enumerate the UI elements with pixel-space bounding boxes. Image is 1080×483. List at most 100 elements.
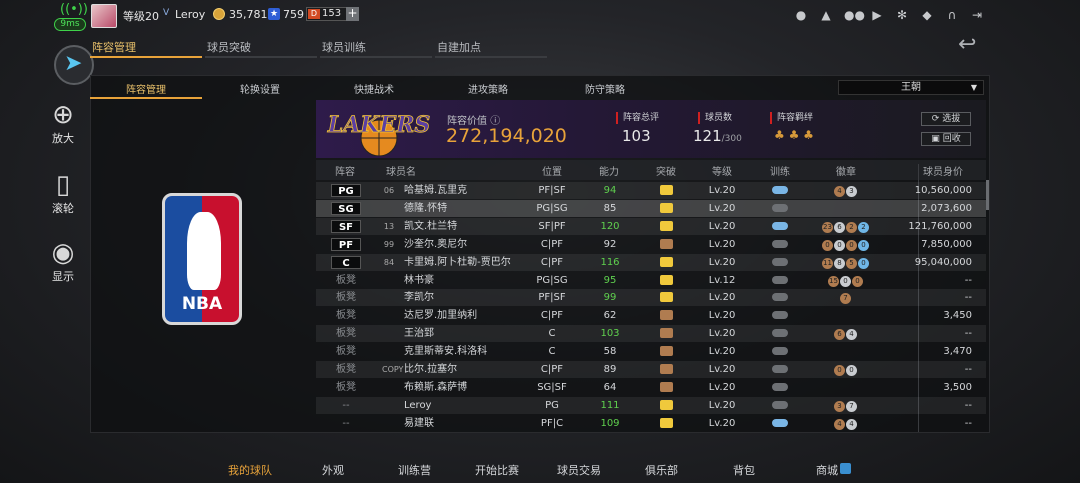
scroll-label: 滚轮 bbox=[52, 202, 74, 215]
col-level[interactable]: 等级 bbox=[696, 163, 748, 179]
overall-label: 阵容总评 bbox=[616, 112, 659, 124]
badge-list: 44 bbox=[808, 415, 884, 432]
expand-button[interactable]: ➤ bbox=[54, 45, 94, 85]
add-ticket-button[interactable]: + bbox=[346, 7, 359, 21]
select-button[interactable]: ⟳ 选拔 bbox=[921, 112, 971, 126]
player-ability: 116 bbox=[600, 256, 620, 268]
player-level: Lv.20 bbox=[708, 202, 736, 214]
nav-appearance[interactable]: 外观 bbox=[322, 462, 344, 478]
table-row[interactable]: 板凳 布赖斯.森萨博 SG|SF 64 Lv.20 3,500 bbox=[316, 379, 986, 396]
subtab-lineup[interactable]: 阵容管理 bbox=[90, 81, 202, 97]
player-level: Lv.20 bbox=[708, 310, 736, 322]
bell-icon[interactable]: ▲ bbox=[819, 8, 833, 22]
breakthrough-icon bbox=[640, 236, 692, 253]
gear-icon[interactable]: ✻ bbox=[895, 8, 909, 22]
col-name[interactable]: 球员名 bbox=[374, 163, 428, 179]
col-value[interactable]: 球员身价 bbox=[900, 163, 986, 179]
tab-player-breakthrough[interactable]: 球员突破 bbox=[207, 39, 251, 57]
avatar[interactable] bbox=[91, 4, 117, 28]
table-row[interactable]: -- Leroy PG 111 Lv.20 3 7 -- bbox=[316, 396, 986, 414]
table-row[interactable]: 板凳 李凯尔 PF|SF 99 Lv.20 7 -- bbox=[316, 289, 986, 307]
show-label: 显示 bbox=[52, 270, 74, 283]
scroll-button[interactable]: ▯ 滚轮 bbox=[40, 170, 86, 216]
table-row[interactable]: SF 13 凯文.杜兰特 SF|PF 120 Lv.20 23 6 2 2 121,760,000 bbox=[316, 217, 986, 235]
scrollbar[interactable] bbox=[986, 180, 989, 210]
player-ability: 64 bbox=[603, 381, 617, 393]
badge-list: 11 8 5 0 bbox=[808, 254, 884, 271]
col-badges[interactable]: 徽章 bbox=[808, 163, 884, 179]
player-value: -- bbox=[964, 399, 972, 411]
player-name: 沙奎尔.奥尼尔 bbox=[404, 238, 468, 250]
player-position: PG bbox=[545, 399, 559, 411]
table-row[interactable]: 板凳 林书豪 PG|SG 95 Lv.12 15 0 0 -- bbox=[316, 272, 986, 289]
table-row[interactable]: 板凳 COPY 比尔.拉塞尔 C|PF 89 Lv.20 0 0 -- bbox=[316, 361, 986, 378]
shield-icon[interactable]: ◆ bbox=[920, 8, 934, 22]
nav-club[interactable]: 俱乐部 bbox=[645, 462, 678, 478]
subtab-offense[interactable]: 进攻策略 bbox=[432, 81, 544, 97]
subtab-defense[interactable]: 防守策略 bbox=[546, 81, 664, 97]
jersey-number bbox=[382, 200, 396, 217]
table-row[interactable]: PG 06 哈基姆.瓦里克 PF|SF 94 Lv.20 4 3 10,560,000 bbox=[316, 182, 986, 199]
col-training[interactable]: 训练 bbox=[754, 163, 806, 179]
magnifier-icon: ⊕ bbox=[52, 100, 74, 130]
chemistry-icons[interactable]: ♣ ♣ ♣ bbox=[774, 128, 814, 142]
table-row[interactable]: 板凳 克里斯蒂安.科洛科 C 58 Lv.20 3,470 bbox=[316, 343, 986, 360]
lineup-cell: 板凳 bbox=[336, 292, 356, 304]
col-position[interactable]: 位置 bbox=[526, 163, 578, 179]
table-row[interactable]: PF 99 沙奎尔.奥尼尔 C|PF 92 Lv.20 0 0 0 0 7,850,000 bbox=[316, 236, 986, 253]
player-level: Lv.20 bbox=[708, 364, 736, 375]
player-value: 3,500 bbox=[943, 381, 972, 393]
player-value: -- bbox=[964, 292, 972, 304]
nav-backpack[interactable]: 背包 bbox=[733, 462, 755, 478]
player-level: Lv.20 bbox=[708, 256, 736, 268]
player-ability: 109 bbox=[600, 417, 620, 429]
nav-shop[interactable]: 商城 bbox=[816, 462, 851, 478]
ticket-count: 153 bbox=[322, 8, 342, 19]
subtab-rotation[interactable]: 轮换设置 bbox=[204, 81, 316, 97]
player-ability: 92 bbox=[603, 238, 617, 250]
table-row[interactable]: SG 德隆.怀特 PG|SG 85 Lv.20 2,073,600 bbox=[316, 199, 986, 217]
table-row[interactable]: 板凳 达尼罗.加里纳利 C|PF 62 Lv.20 3,450 bbox=[316, 307, 986, 324]
tab-underline bbox=[320, 56, 432, 58]
video-icon[interactable]: ▶ bbox=[870, 8, 884, 22]
player-level: Lv.20 bbox=[708, 185, 736, 196]
nav-start-game[interactable]: 开始比赛 bbox=[475, 462, 519, 478]
table-row[interactable]: C 84 卡里姆.阿卜杜勒-贾巴尔 C|PF 116 Lv.20 11 8 5 0 95,040,0… bbox=[316, 253, 986, 271]
jersey-number bbox=[382, 379, 396, 396]
lineup-cell: 板凳 bbox=[336, 381, 356, 393]
dpad-icon: ◉ bbox=[51, 238, 75, 268]
zoom-button[interactable]: ⊕ 放大 bbox=[40, 100, 86, 146]
nav-training-camp[interactable]: 训练营 bbox=[398, 462, 431, 478]
recycle-button[interactable]: ▣ 回收 bbox=[921, 132, 971, 146]
mode-dropdown[interactable]: 王朝 ▼ bbox=[838, 80, 984, 95]
player-position: SG|SF bbox=[537, 381, 567, 393]
player-position: PF|C bbox=[540, 417, 564, 429]
back-icon[interactable]: ↩ bbox=[958, 34, 990, 56]
nav-my-team[interactable]: 我的球队 bbox=[228, 462, 272, 478]
profile-icon[interactable]: ● bbox=[794, 8, 808, 22]
col-lineup[interactable]: 阵容 bbox=[316, 163, 374, 179]
show-button[interactable]: ◉ 显示 bbox=[40, 238, 86, 284]
subtab-tactics[interactable]: 快捷战术 bbox=[318, 81, 430, 97]
tab-player-training[interactable]: 球员训练 bbox=[322, 39, 366, 57]
friends-icon[interactable]: ●● bbox=[844, 8, 865, 22]
exit-icon[interactable]: ⇥ bbox=[970, 8, 984, 22]
player-name: 哈基姆.瓦里克 bbox=[404, 185, 468, 196]
headset-icon[interactable]: ∩ bbox=[945, 8, 959, 22]
tab-lineup-management[interactable]: 阵容管理 bbox=[92, 39, 136, 57]
breakthrough-icon bbox=[640, 397, 692, 414]
nav-trade[interactable]: 球员交易 bbox=[557, 462, 601, 478]
training-icon bbox=[754, 254, 806, 271]
col-breakthrough[interactable]: 突破 bbox=[640, 163, 692, 179]
tab-custom-points[interactable]: 自建加点 bbox=[437, 39, 481, 57]
player-name: 李凯尔 bbox=[404, 292, 434, 304]
wifi-icon: ((•)) bbox=[60, 2, 88, 17]
lineup-cell: 板凳 bbox=[336, 274, 356, 286]
player-name: Leroy bbox=[175, 8, 206, 21]
col-ability[interactable]: 能力 bbox=[583, 163, 635, 179]
table-row[interactable]: 板凳 王治郅 C 103 Lv.20 6 4 -- bbox=[316, 325, 986, 343]
vip-badge: V bbox=[163, 8, 170, 18]
player-value: 95,040,000 bbox=[914, 256, 972, 268]
table-row[interactable]: -- 易建联 PF|C 109 Lv.20 4 4 -- bbox=[316, 415, 986, 432]
lineup-cell: -- bbox=[342, 399, 350, 411]
